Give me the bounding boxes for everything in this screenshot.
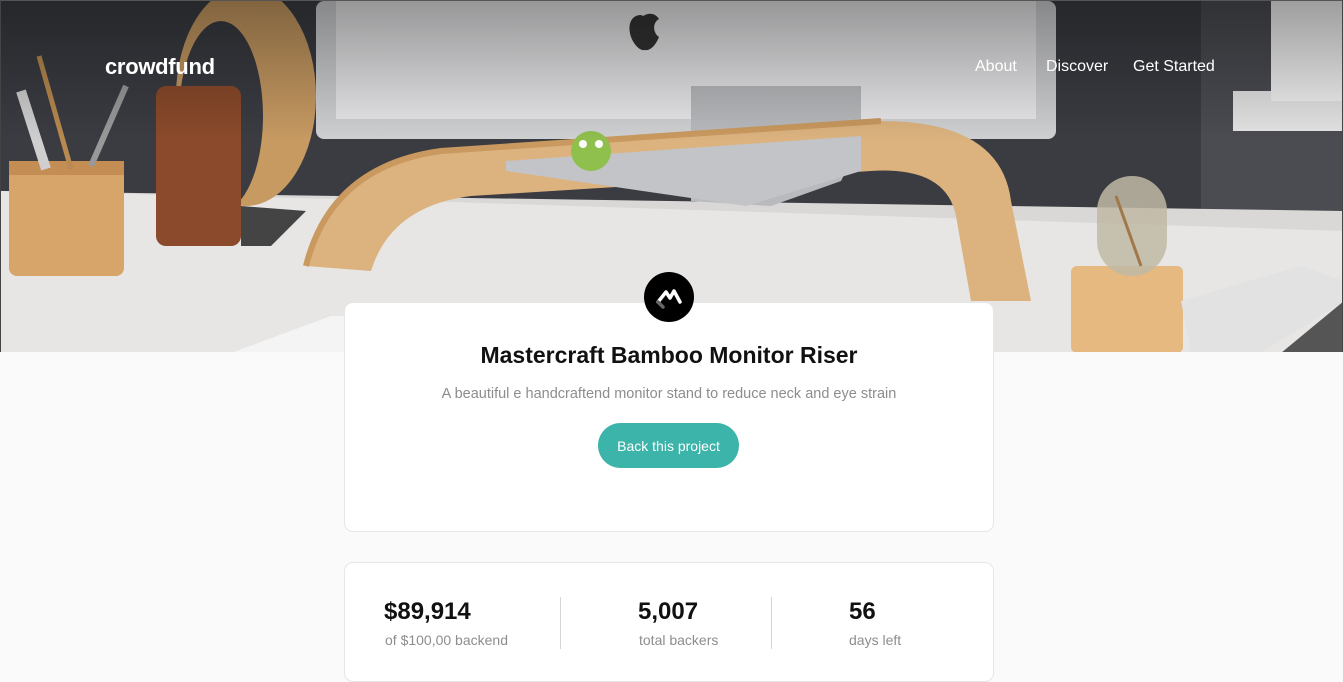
project-description: A beautiful e handcraftend monitor stand… — [441, 386, 897, 402]
main-nav: About Discover Get Started — [0, 58, 1343, 80]
mastercraft-logo-icon — [644, 272, 694, 322]
stat-days-left: 56 — [849, 598, 876, 625]
project-card — [344, 302, 994, 532]
stat-divider — [771, 597, 772, 649]
stat-days-label: days left — [849, 632, 902, 648]
back-project-button[interactable]: Back this project — [598, 423, 739, 468]
stat-amount-label: of $100,00 backend — [385, 632, 508, 648]
mastercraft-mark-icon — [656, 289, 682, 309]
stat-amount-raised: $89,914 — [384, 598, 471, 625]
stat-total-backers: 5,007 — [638, 598, 699, 625]
nav-link-about[interactable]: About — [975, 58, 1017, 76]
project-title: Mastercraft Bamboo Monitor Riser — [480, 342, 858, 368]
stat-backers-label: total backers — [639, 632, 719, 648]
stat-divider — [560, 597, 561, 649]
nav-link-get-started[interactable]: Get Started — [1133, 58, 1215, 76]
nav-link-discover[interactable]: Discover — [1046, 58, 1108, 76]
